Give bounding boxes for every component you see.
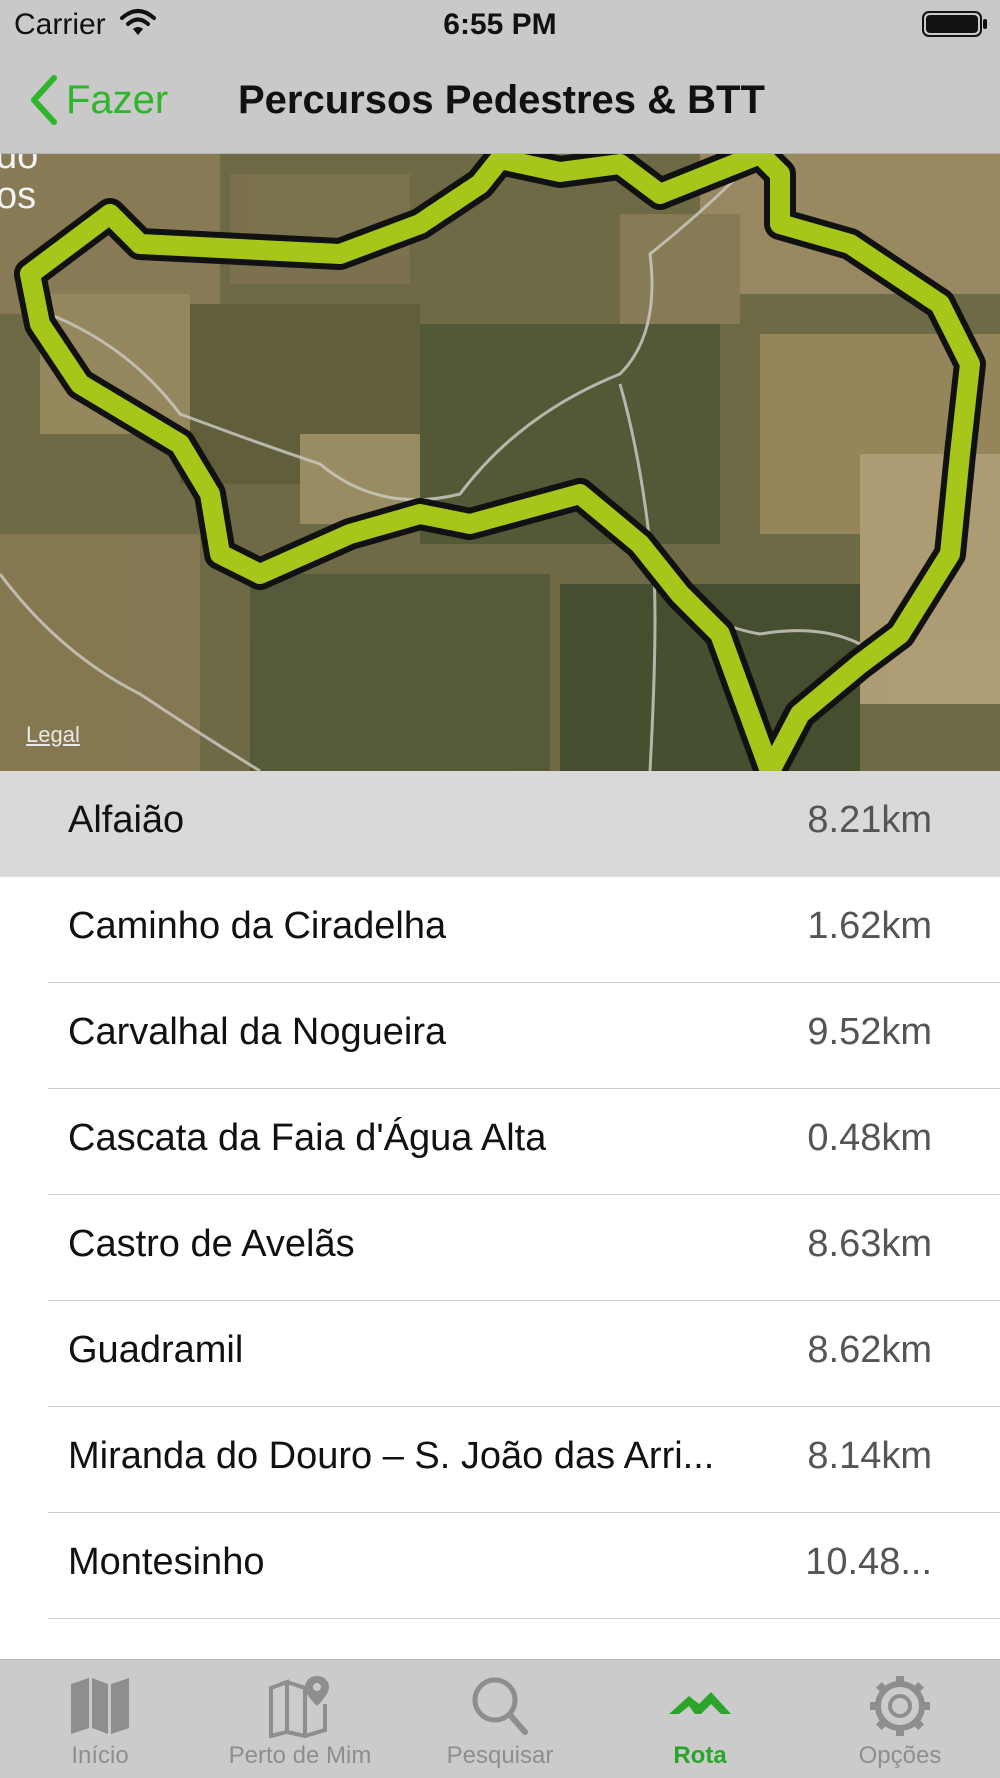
tab-label: Perto de Mim [228, 1742, 372, 1769]
map-pin-icon [269, 1676, 329, 1738]
map-book-icon [71, 1678, 129, 1734]
route-distance: 9.52km [807, 1011, 932, 1053]
list-item[interactable]: Carvalhal da Nogueira 9.52km [0, 983, 1000, 1089]
status-bar: Carrier 6:55 PM [0, 0, 1000, 50]
satellite-map[interactable]: do os Legal [0, 154, 1000, 771]
tab-perto-de-mim[interactable]: Perto de Mim [200, 1660, 400, 1778]
route-distance: 8.62km [807, 1329, 932, 1371]
route-name: Castro de Avelãs [68, 1223, 355, 1265]
list-item[interactable]: Montesinho 10.48... [0, 1513, 1000, 1619]
route-name: Cascata da Faia d'Água Alta [68, 1117, 547, 1159]
back-button[interactable]: Fazer [26, 72, 168, 128]
tab-bar: Início Perto de Mim Pesquisar Rota Opçõe… [0, 1659, 1000, 1778]
tab-rota[interactable]: Rota [600, 1660, 800, 1778]
route-distance: 8.14km [807, 1435, 932, 1477]
list-item[interactable]: Castro de Avelãs 8.63km [0, 1195, 1000, 1301]
back-button-label: Fazer [66, 77, 169, 122]
list-item[interactable]: Caminho da Ciradelha 1.62km [0, 877, 1000, 983]
tab-label: Opções [858, 1742, 942, 1769]
search-icon [472, 1677, 528, 1735]
map-legal-link[interactable]: Legal [26, 722, 80, 748]
list-item[interactable]: Miranda do Douro – S. João das Arri... 8… [0, 1407, 1000, 1513]
battery-icon [922, 11, 987, 37]
mountain-route-icon [669, 1692, 731, 1714]
route-distance: 0.48km [807, 1117, 932, 1159]
route-distance: 10.48... [805, 1541, 932, 1583]
tab-opcoes[interactable]: Opções [800, 1660, 1000, 1778]
route-name: Alfaião [68, 799, 185, 841]
status-time: 6:55 PM [443, 8, 557, 41]
route-name: Guadramil [68, 1329, 244, 1371]
route-distance: 8.21km [807, 799, 932, 841]
map-canvas [0, 154, 1000, 771]
navigation-bar: Fazer Percursos Pedestres & BTT [0, 50, 1000, 154]
route-name: Caminho da Ciradelha [68, 905, 447, 947]
route-name: Montesinho [68, 1541, 265, 1583]
tab-label: Rota [673, 1742, 727, 1769]
tab-inicio[interactable]: Início [0, 1660, 200, 1778]
route-name: Miranda do Douro – S. João das Arri... [68, 1435, 715, 1477]
route-name: Carvalhal da Nogueira [68, 1011, 447, 1053]
tab-pesquisar[interactable]: Pesquisar [400, 1660, 600, 1778]
list-item[interactable]: Alfaião 8.21km [0, 771, 1000, 877]
list-item[interactable]: Guadramil 8.62km [0, 1301, 1000, 1407]
list-item[interactable]: Cascata da Faia d'Água Alta 0.48km [0, 1089, 1000, 1195]
row-divider [48, 1618, 1000, 1619]
route-distance: 8.63km [807, 1223, 932, 1265]
map-place-label: do os [0, 154, 39, 217]
route-list[interactable]: Alfaião 8.21km Caminho da Ciradelha 1.62… [0, 771, 1000, 1659]
page-title: Percursos Pedestres & BTT [238, 78, 765, 122]
gear-icon [870, 1676, 930, 1736]
chevron-left-icon [31, 75, 57, 125]
route-distance: 1.62km [807, 905, 932, 947]
tab-label: Pesquisar [446, 1742, 554, 1769]
tab-label: Início [71, 1742, 129, 1769]
